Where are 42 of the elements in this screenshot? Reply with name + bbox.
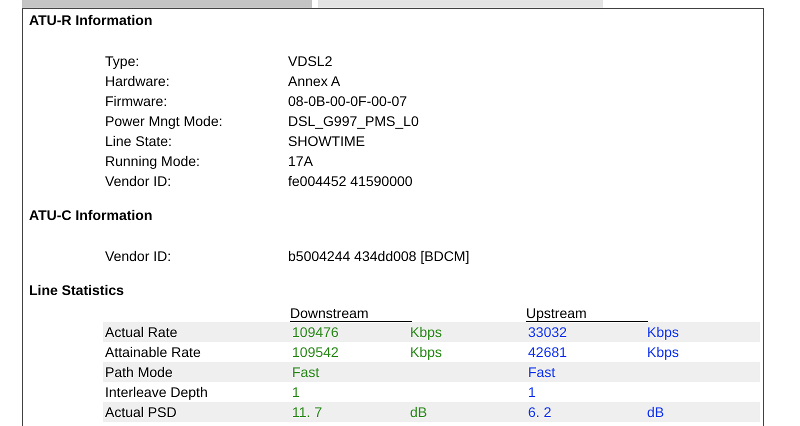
- tab[interactable]: [318, 0, 603, 8]
- field-value: DSL_G997_PMS_L0: [288, 113, 420, 129]
- field-label: Type:: [105, 53, 140, 69]
- table-cell-text: 11. 7: [291, 403, 324, 422]
- row-label: Path Mode: [104, 363, 174, 382]
- table-cell-text: 109476: [291, 323, 340, 342]
- row-label: Actual Rate: [104, 323, 178, 342]
- unit-cell-text: Kbps: [409, 343, 443, 362]
- tab[interactable]: [22, 0, 312, 8]
- field-label: Firmware:: [105, 93, 168, 109]
- table-cell-text: 109542: [291, 343, 340, 362]
- field-value: VDSL2: [288, 53, 334, 69]
- field-value: 17A: [288, 153, 314, 169]
- unit-cell-text: Kbps: [646, 343, 680, 362]
- field-value: fe004452 41590000: [288, 173, 414, 189]
- table-cell-text: 6. 2: [527, 403, 552, 422]
- field-value: SHOWTIME: [288, 133, 366, 149]
- section-heading: ATU-C Information: [29, 207, 154, 225]
- field-value: Annex A: [288, 73, 342, 89]
- table-cell-text: Fast: [527, 363, 556, 382]
- table-cell-text: 1: [527, 383, 537, 402]
- table-cell-text: 33032: [527, 323, 568, 342]
- unit-cell-text: dB: [409, 403, 428, 422]
- field-label: Hardware:: [105, 73, 171, 89]
- field-label: Vendor ID:: [105, 248, 172, 264]
- field-value: 08-0B-00-0F-00-07: [288, 93, 408, 109]
- section-heading: ATU-R Information: [29, 12, 154, 30]
- row-label: Attainable Rate: [104, 343, 202, 362]
- row-label: Interleave Depth: [104, 383, 209, 402]
- unit-cell-text: Kbps: [646, 323, 680, 342]
- field-label: Running Mode:: [105, 153, 201, 169]
- field-label: Power Mngt Mode:: [105, 113, 224, 129]
- row-label: Actual PSD: [104, 403, 178, 422]
- field-value: b5004244 434dd008 [BDCM]: [288, 248, 470, 264]
- field-label: Vendor ID:: [105, 173, 172, 189]
- table-cell-text: Fast: [291, 363, 320, 382]
- table-cell-text: 42681: [527, 343, 568, 362]
- section-heading: Line Statistics: [29, 282, 125, 300]
- table-cell-text: 1: [291, 383, 301, 402]
- unit-cell-text: Kbps: [409, 323, 443, 342]
- field-label: Line State:: [105, 133, 173, 149]
- unit-cell-text: dB: [646, 403, 666, 422]
